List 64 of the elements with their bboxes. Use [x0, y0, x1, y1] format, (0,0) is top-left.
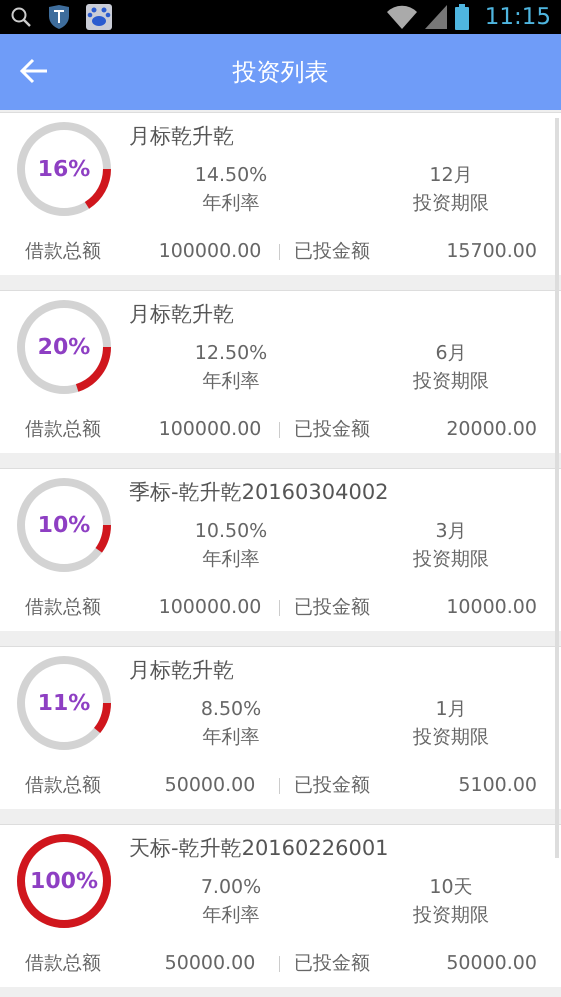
invested-label: 已投金额: [294, 239, 370, 264]
loan-card[interactable]: 100% 天标-乾升乾20160226001 7.00% 年利率 10天 投资期限 借款总额 50000.00 已投金额 50000.00: [0, 824, 561, 987]
percent-label: 100%: [30, 868, 98, 896]
term-label: 投资期限: [413, 903, 489, 928]
invested-label: 已投金额: [294, 595, 370, 620]
total-label: 借款总额: [25, 773, 102, 798]
shield-icon: [48, 4, 70, 30]
term-label: 投资期限: [413, 369, 489, 394]
term-value: 1月: [435, 696, 467, 722]
page-title: 投资列表: [232, 57, 328, 88]
percent-label: 20%: [38, 334, 90, 362]
search-icon: [10, 6, 32, 28]
total-amount: 100000.00: [158, 417, 262, 442]
total-amount: 50000.00: [164, 951, 256, 976]
invested-label: 已投金额: [294, 951, 370, 976]
rate-label: 年利率: [202, 725, 260, 750]
invested-amount: 10000.00: [446, 595, 537, 620]
term-label: 投资期限: [413, 725, 489, 750]
percent-label: 16%: [38, 156, 90, 184]
percent-label: 11%: [38, 690, 90, 718]
loan-name: 天标-乾升乾20160226001: [129, 836, 389, 860]
term-value: 10天: [429, 874, 473, 900]
rate-value: 14.50%: [194, 162, 268, 188]
loan-name: 月标乾升乾: [129, 124, 234, 148]
term-value: 6月: [435, 340, 467, 366]
rate-value: 12.50%: [194, 340, 268, 366]
loan-card[interactable]: 11% 月标乾升乾 8.50% 年利率 1月 投资期限 借款总额 50000.00 已投金额 5100.00: [0, 646, 561, 809]
total-label: 借款总额: [25, 417, 102, 442]
total-label: 借款总额: [25, 951, 102, 976]
total-label: 借款总额: [25, 595, 102, 620]
rate-label: 年利率: [202, 369, 260, 394]
invested-label: 已投金额: [294, 773, 370, 798]
loan-card[interactable]: 10% 季标-乾升乾20160304002 10.50% 年利率 3月 投资期限 借款总额 100000.00 已投金额 10000.00: [0, 468, 561, 631]
clock: 11:15: [484, 2, 551, 32]
rate-label: 年利率: [202, 191, 260, 216]
total-amount: 100000.00: [158, 595, 262, 620]
loan-name: 季标-乾升乾20160304002: [129, 480, 389, 504]
signal-icon: [424, 5, 447, 29]
term-value: 12月: [429, 162, 473, 188]
rate-value: 10.50%: [194, 518, 268, 544]
loan-card[interactable]: 20% 月标乾升乾 12.50% 年利率 6月 投资期限 借款总额 100000.00 已投金额 20000.00: [0, 290, 561, 453]
loan-name: 月标乾升乾: [129, 658, 234, 682]
back-arrow-icon[interactable]: [20, 58, 48, 84]
total-amount: 50000.00: [164, 773, 256, 798]
term-value: 3月: [435, 518, 467, 544]
invested-amount: 50000.00: [446, 951, 537, 976]
rate-label: 年利率: [202, 903, 260, 928]
battery-icon: [454, 4, 469, 30]
total-amount: 100000.00: [158, 239, 262, 264]
rate-value: 7.00%: [200, 874, 262, 900]
wifi-icon: [386, 5, 417, 29]
term-label: 投资期限: [413, 547, 489, 572]
invested-amount: 15700.00: [446, 239, 537, 264]
rate-label: 年利率: [202, 547, 260, 572]
term-label: 投资期限: [413, 191, 489, 216]
invested-amount: 20000.00: [446, 417, 537, 442]
invested-label: 已投金额: [294, 417, 370, 442]
percent-label: 10%: [38, 512, 90, 540]
total-label: 借款总额: [25, 239, 102, 264]
loan-name: 月标乾升乾: [129, 302, 234, 326]
invested-amount: 5100.00: [458, 773, 537, 798]
loan-card[interactable]: 16% 月标乾升乾 14.50% 年利率 12月 投资期限 借款总额 100000.00 已投金额 15700.00: [0, 112, 561, 275]
rate-value: 8.50%: [200, 696, 262, 722]
paw-icon: [86, 4, 112, 30]
